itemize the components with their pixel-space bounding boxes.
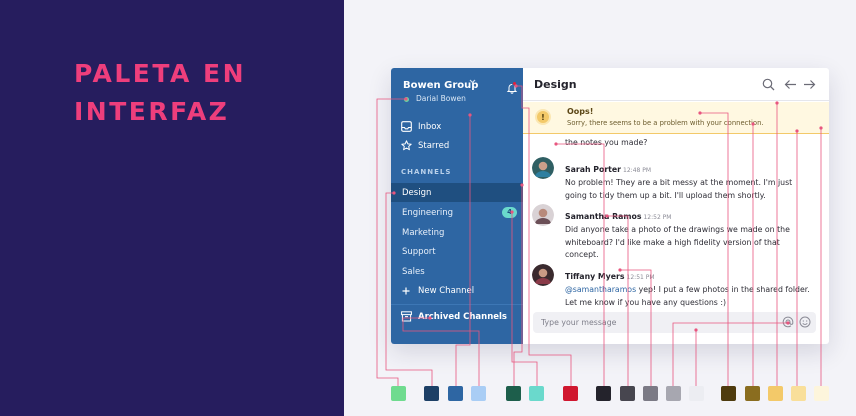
color-swatch [721, 386, 736, 401]
channel-marketing[interactable]: Marketing [391, 223, 523, 242]
color-swatch [529, 386, 544, 401]
chat-window: Bowen Group Darial Bowen Inbox Starred C… [391, 68, 829, 344]
channel-label: Engineering [402, 207, 453, 218]
color-swatch [791, 386, 806, 401]
arrow-right-icon[interactable] [803, 78, 816, 91]
message-text: @samantharamos yep! I put a few photos i… [565, 284, 815, 309]
online-status-icon [404, 97, 409, 102]
page-title: Design [534, 78, 577, 91]
color-swatch [643, 386, 658, 401]
color-swatch [814, 386, 829, 401]
message-time: 12:52 PM [643, 214, 672, 221]
channel-label: Marketing [402, 227, 445, 238]
avatar [532, 204, 554, 226]
new-channel-label: New Channel [418, 286, 475, 296]
message-author[interactable]: Sarah Porter [565, 165, 621, 174]
channel-sales[interactable]: Sales [391, 262, 523, 281]
team-name[interactable]: Bowen Group [403, 80, 478, 91]
channel-design[interactable]: Design [391, 183, 523, 202]
color-swatch [424, 386, 439, 401]
channel-label: Design [402, 187, 432, 198]
avatar [532, 157, 554, 179]
unread-count-badge: 4 [502, 207, 517, 218]
user-mention[interactable]: @samantharamos [565, 285, 636, 294]
alert-title: Oops! [567, 107, 594, 116]
color-swatch [666, 386, 681, 401]
archived-channels-label: Archived Channels [418, 311, 507, 322]
chevron-down-icon[interactable] [469, 79, 476, 84]
channel-label: Support [402, 246, 436, 257]
avatar [532, 264, 554, 286]
color-swatch [745, 386, 760, 401]
color-swatch [471, 386, 486, 401]
color-swatch [506, 386, 521, 401]
archive-icon [401, 311, 412, 322]
message-author[interactable]: Tiffany Myers [565, 272, 625, 281]
message-text: the notes you made? [565, 138, 648, 147]
left-panel: PALETA EN INTERFAZ [0, 0, 344, 416]
message-input[interactable] [541, 312, 761, 333]
channel-label: Sales [402, 266, 425, 277]
nav-inbox-label: Inbox [418, 121, 442, 132]
star-icon [401, 140, 412, 151]
color-swatch [689, 386, 704, 401]
color-swatch [768, 386, 783, 401]
channel-support[interactable]: Support [391, 242, 523, 261]
sidebar-divider [391, 304, 523, 305]
arrow-left-icon[interactable] [784, 78, 797, 91]
emoji-icon[interactable] [799, 316, 811, 328]
plus-icon [402, 287, 410, 295]
connection-alert: ! Oops! Sorry, there seems to be a probl… [523, 102, 829, 134]
color-swatch [448, 386, 463, 401]
nav-inbox[interactable]: Inbox [401, 121, 441, 132]
headline: PALETA EN INTERFAZ [74, 55, 246, 131]
color-swatch [391, 386, 406, 401]
message-text: No problem! They are a bit messy at the … [565, 178, 793, 200]
headline-line-1: PALETA EN [74, 59, 247, 88]
alert-text: Sorry, there seems to be a problem with … [567, 119, 764, 127]
nav-starred-label: Starred [418, 140, 450, 151]
message-author[interactable]: Samantha Ramos [565, 212, 641, 221]
headline-line-2: INTERFAZ [74, 97, 230, 126]
at-mention-icon[interactable] [782, 316, 794, 328]
message-composer [533, 312, 816, 333]
main-panel: Design ! Oops! Sorry, there seems to be … [523, 68, 829, 344]
color-swatch [620, 386, 635, 401]
message-time: 12:51 PM [626, 274, 655, 281]
archived-channels-button[interactable]: Archived Channels [401, 311, 507, 322]
sidebar: Bowen Group Darial Bowen Inbox Starred C… [391, 68, 523, 344]
main-header: Design [523, 68, 829, 101]
notification-badge [512, 81, 517, 86]
color-swatch [596, 386, 611, 401]
color-swatch [563, 386, 578, 401]
channel-engineering[interactable]: Engineering 4 [391, 203, 523, 222]
search-icon[interactable] [762, 78, 775, 91]
user-name: Darial Bowen [416, 94, 466, 103]
warning-icon: ! [535, 109, 551, 125]
channels-section-label: CHANNELS [401, 168, 452, 176]
nav-starred[interactable]: Starred [401, 140, 449, 151]
inbox-icon [401, 121, 412, 132]
message-time: 12:48 PM [623, 167, 652, 174]
message-text: Did anyone take a photo of the drawings … [565, 225, 790, 260]
new-channel-button[interactable]: New Channel [402, 286, 474, 296]
